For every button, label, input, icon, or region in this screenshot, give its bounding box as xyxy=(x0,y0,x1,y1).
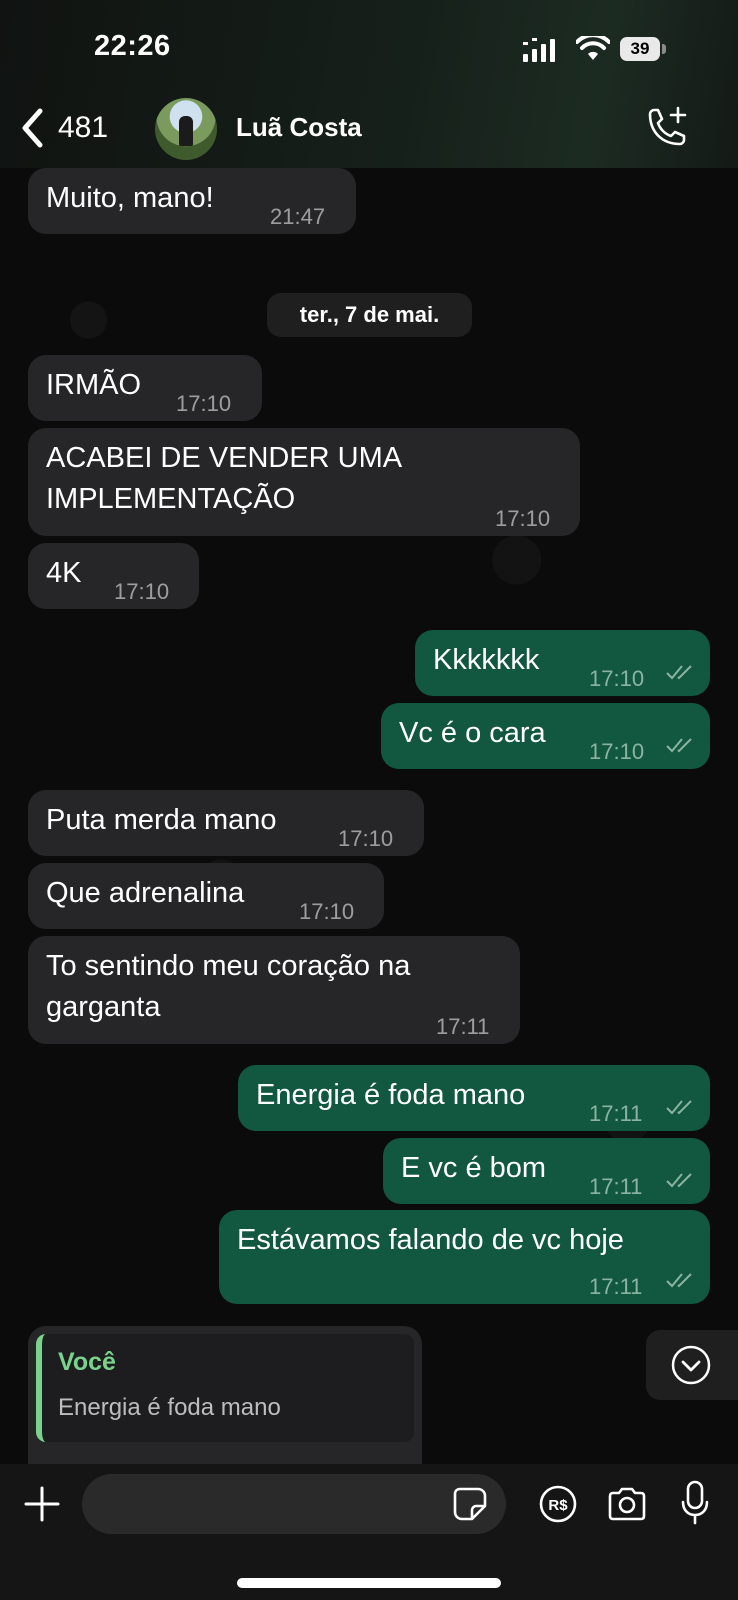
chevron-down-circle-icon xyxy=(671,1345,711,1385)
avatar-figure xyxy=(179,116,193,146)
message-incoming[interactable]: Muito, mano! 21:47 xyxy=(28,168,356,234)
message-time: 17:11 xyxy=(589,1274,643,1299)
quoted-message[interactable]: Você Energia é foda mano xyxy=(36,1334,414,1442)
message-incoming[interactable]: ACABEI DE VENDER UMA IMPLEMENTAÇÃO 17:10 xyxy=(28,428,580,536)
message-incoming[interactable]: 4K 17:10 xyxy=(28,543,199,609)
plus-icon[interactable] xyxy=(22,1484,62,1524)
message-time: 17:10 xyxy=(495,506,551,531)
message-text: ACABEI DE VENDER UMA IMPLEMENTAÇÃO xyxy=(46,442,403,515)
status-time: 22:26 xyxy=(94,30,171,62)
reply-preview[interactable]: Você Energia é foda mano xyxy=(28,1326,422,1466)
svg-text:R$: R$ xyxy=(548,1497,568,1514)
camera-icon[interactable] xyxy=(606,1486,648,1522)
message-incoming[interactable]: To sentindo meu coração na garganta 17:1… xyxy=(28,936,520,1044)
chat-header: 22:26 39 481 Luã Costa xyxy=(0,0,738,168)
cellular-signal-icon xyxy=(523,38,555,62)
message-time: 17:10 xyxy=(589,666,645,691)
back-button[interactable]: 481 xyxy=(20,106,108,150)
message-text: Estávamos falando de vc hoje xyxy=(237,1224,624,1256)
message-time: 17:11 xyxy=(589,1101,643,1126)
message-time: 17:10 xyxy=(338,826,394,851)
message-text: 4K xyxy=(46,557,82,589)
double-check-icon xyxy=(666,665,692,680)
quoted-text: Energia é foda mano xyxy=(58,1394,281,1421)
message-time: 17:11 xyxy=(436,1014,490,1039)
composer-bar: R$ xyxy=(0,1464,738,1600)
message-text: Que adrenalina xyxy=(46,877,245,909)
scroll-to-bottom-button[interactable] xyxy=(646,1330,738,1400)
message-text: To sentindo meu coração na garganta xyxy=(46,950,411,1023)
message-text: Energia é foda mano xyxy=(256,1079,526,1111)
double-check-icon xyxy=(666,1173,692,1188)
message-input[interactable] xyxy=(82,1474,506,1534)
double-check-icon xyxy=(666,738,692,753)
message-outgoing[interactable]: E vc é bom 17:11 xyxy=(383,1138,710,1204)
chevron-left-icon xyxy=(22,108,43,148)
battery-indicator: 39 xyxy=(620,37,660,61)
message-outgoing[interactable]: Energia é foda mano 17:11 xyxy=(238,1065,710,1131)
double-check-icon xyxy=(666,1273,692,1288)
message-time: 17:10 xyxy=(114,579,170,604)
message-text: Vc é o cara xyxy=(399,717,546,749)
microphone-icon[interactable] xyxy=(680,1480,710,1526)
message-time: 17:10 xyxy=(176,391,232,416)
contact-avatar[interactable] xyxy=(155,98,217,160)
contact-name[interactable]: Luã Costa xyxy=(236,112,362,143)
message-text: Muito, mano! xyxy=(46,182,214,214)
message-outgoing[interactable]: Estávamos falando de vc hoje 17:11 xyxy=(219,1210,710,1304)
message-time: 17:10 xyxy=(589,739,645,764)
message-outgoing[interactable]: Kkkkkkk 17:10 xyxy=(415,630,710,696)
message-incoming[interactable]: Que adrenalina 17:10 xyxy=(28,863,384,929)
message-text: Kkkkkkk xyxy=(433,644,540,676)
unread-count: 481 xyxy=(58,111,109,144)
message-text: Puta merda mano xyxy=(46,804,277,836)
wifi-icon xyxy=(576,36,610,60)
sticker-icon[interactable] xyxy=(452,1486,488,1522)
message-incoming[interactable]: IRMÃO 17:10 xyxy=(28,355,262,421)
message-text: E vc é bom xyxy=(401,1152,547,1184)
message-incoming[interactable]: Puta merda mano 17:10 xyxy=(28,790,424,856)
date-separator: ter., 7 de mai. xyxy=(267,293,472,337)
message-text: IRMÃO xyxy=(46,369,142,401)
message-time: 17:10 xyxy=(299,899,355,924)
payment-brl-icon[interactable]: R$ xyxy=(538,1484,578,1524)
quoted-author: Você xyxy=(58,1348,116,1376)
home-indicator xyxy=(237,1578,501,1588)
double-check-icon xyxy=(666,1100,692,1115)
battery-cap xyxy=(662,44,666,54)
add-call-icon[interactable] xyxy=(644,106,690,152)
message-time: 17:11 xyxy=(589,1174,643,1199)
message-outgoing[interactable]: Vc é o cara 17:10 xyxy=(381,703,710,769)
message-time: 21:47 xyxy=(270,204,326,229)
